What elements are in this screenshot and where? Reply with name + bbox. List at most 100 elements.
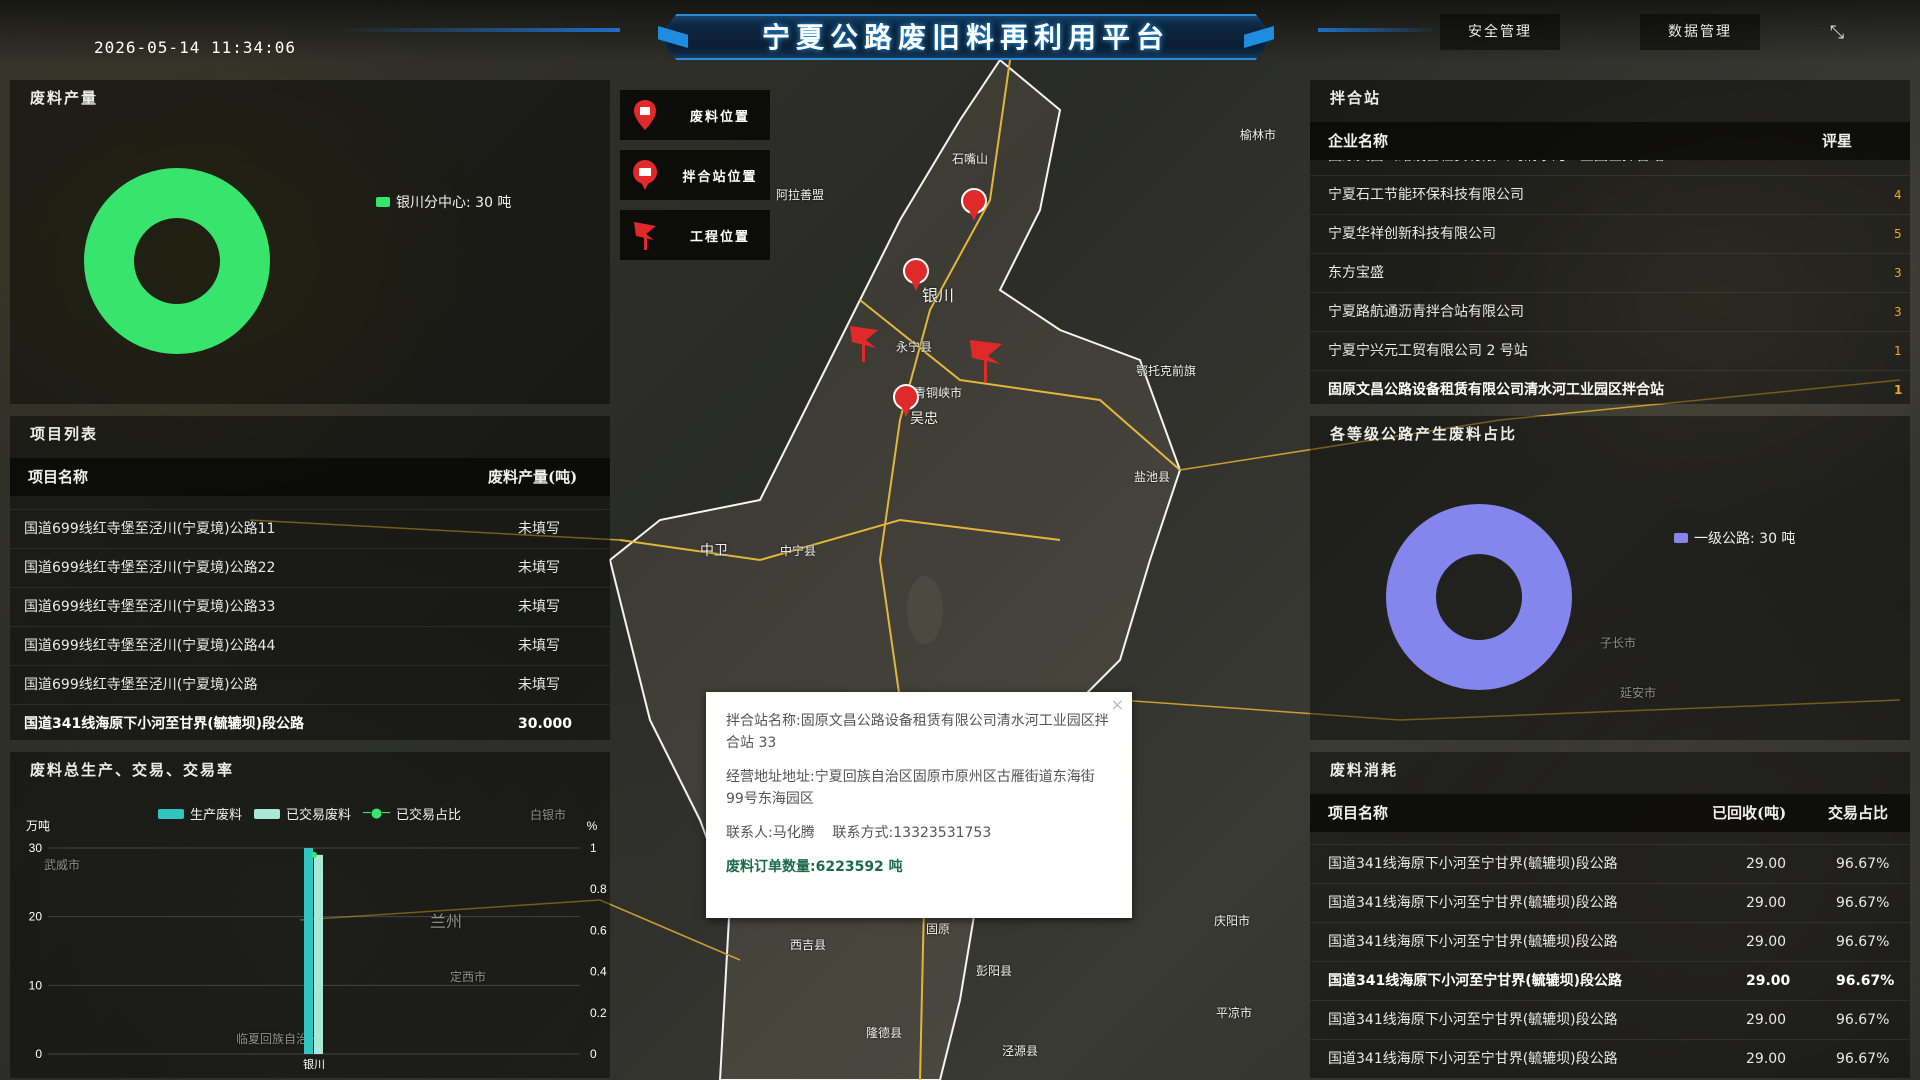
table-row[interactable]: 省道103线永宁至青铜峡快速通道叶庄村至李俊段公路 未填写 xyxy=(10,496,610,510)
panel-title: 废料消耗 xyxy=(1330,761,1399,779)
rating-number: 3 xyxy=(1894,266,1902,280)
company-name: 东方宝盛 xyxy=(1328,265,1384,281)
company-name: 固原文昌公路设备租赁有限公司清水河工业园区拌合站 33 xyxy=(1328,160,1738,176)
map-label: 平凉市 xyxy=(1216,1006,1253,1020)
table-row[interactable]: 宁夏华祥创新科技有限公司★★★★★5 xyxy=(1310,215,1910,254)
project-rows: 省道103线永宁至青铜峡快速通道叶庄村至李俊段公路未填写国道699线红寺堡至泾川… xyxy=(10,496,610,740)
map-label: 庆阳市 xyxy=(1214,914,1251,928)
column-header: 项目名称 xyxy=(28,468,89,486)
map-label: 中卫 xyxy=(700,543,728,559)
nav-safety-management[interactable]: 安全管理 xyxy=(1440,14,1560,50)
map-label: 石嘴山 xyxy=(952,152,989,166)
y-tick-label: 10 xyxy=(29,978,43,992)
project-name: 国道699线红寺堡至泾川(宁夏境)公路44 xyxy=(24,638,276,654)
y2-tick-label: 0 xyxy=(590,1047,597,1061)
bar-traded[interactable] xyxy=(314,854,323,1054)
y2-axis-label: % xyxy=(587,819,598,833)
project-flag-marker[interactable] xyxy=(848,322,880,362)
table-row[interactable]: 国道341线海原下小河至甘界(毓辘坝)段公路 30.000 xyxy=(10,705,610,740)
table-row[interactable]: 宁夏宁兴元工贸有限公司 2 号站★★★★★1 xyxy=(1310,332,1910,371)
waste-consumption-panel: 废料消耗 项目名称 已回收(吨) 交易占比 国道341线海原下小河至宁甘界(毓辘… xyxy=(1310,752,1910,1078)
table-header: 企业名称 评星 xyxy=(1310,122,1910,160)
table-row[interactable]: 国道341线海原下小河至宁甘界(毓辘坝)段公路 29.00 96.67% xyxy=(1310,832,1910,845)
project-name: 国道341线海原下小河至宁甘界(毓辘坝)段公路 xyxy=(1328,1051,1618,1067)
table-row[interactable]: 固原文昌公路设备租赁有限公司清水河工业园区拌合站★★★★★1 xyxy=(1310,371,1910,404)
road-level-donut[interactable] xyxy=(1386,504,1572,690)
project-table-body[interactable]: 省道103线永宁至青铜峡快速通道叶庄村至李俊段公路未填写国道699线红寺堡至泾川… xyxy=(10,496,610,740)
table-row[interactable]: 国道341线海原下小河至宁甘界(毓辘坝)段公路 29.00 96.67% xyxy=(1310,962,1910,1001)
table-row[interactable]: 宁夏石工节能环保科技有限公司★★★★★4 xyxy=(1310,176,1910,215)
consumption-table-body[interactable]: 国道341线海原下小河至宁甘界(毓辘坝)段公路 29.00 96.67% 国道341线… xyxy=(1310,832,1910,1078)
map-label: 榆林市 xyxy=(1240,128,1277,142)
recovered-amount: 29.00 xyxy=(1746,1012,1787,1028)
waste-amount: 未填写 xyxy=(518,521,560,537)
waste-amount: 未填写 xyxy=(518,496,560,510)
table-row[interactable]: 宁夏路航通沥青拌合站有限公司★★★★★3 xyxy=(1310,293,1910,332)
road-level-legend[interactable]: 一级公路: 30 吨 xyxy=(1674,528,1795,548)
map-toggle-waste[interactable]: 废料位置 xyxy=(620,90,770,140)
exit-fullscreen-icon[interactable]: ⤡ xyxy=(1826,22,1848,44)
waste-amount: 30.000 xyxy=(518,716,573,732)
mixing-station-popup: × 拌合站名称:固原文昌公路设备租赁有限公司清水河工业园区拌合站 33 经营地址… xyxy=(706,692,1132,918)
y-axis-label: 万吨 xyxy=(26,819,50,833)
table-row[interactable]: 固原文昌公路设备租赁有限公司清水河工业园区拌合站 33★★★★★3 xyxy=(1310,160,1910,176)
project-name: 国道341线海原下小河至宁甘界(毓辘坝)段公路 xyxy=(1328,973,1623,989)
close-icon[interactable]: × xyxy=(1111,694,1124,716)
map-toggle-project[interactable]: 工程位置 xyxy=(620,210,770,260)
table-row[interactable]: 国道699线红寺堡至泾川(宁夏境)公路 未填写 xyxy=(10,666,610,705)
popup-name-row: 拌合站名称:固原文昌公路设备租赁有限公司清水河工业园区拌合站 33 xyxy=(726,710,1112,754)
project-flag-marker[interactable] xyxy=(968,336,1004,382)
ratio-point[interactable] xyxy=(311,851,317,858)
map-label: 泾源县 xyxy=(1002,1044,1039,1058)
trade-chart-panel: 废料总生产、交易、交易率 生产废料 已交易废料 ─●─ 已交易占比 0 10 20 3… xyxy=(10,752,610,1078)
project-name: 国道699线红寺堡至泾川(宁夏境)公路22 xyxy=(24,560,276,576)
table-header: 项目名称 废料产量(吨) xyxy=(10,458,610,496)
company-name: 宁夏华祥创新科技有限公司 xyxy=(1328,226,1496,242)
mixing-station-marker[interactable] xyxy=(902,258,930,292)
table-row[interactable]: 国道699线红寺堡至泾川(宁夏境)公路44 未填写 xyxy=(10,627,610,666)
x-tick-label: 银川 xyxy=(303,1057,325,1071)
table-row[interactable]: 国道341线海原下小河至宁甘界(毓辘坝)段公路 29.00 96.67% xyxy=(1310,1001,1910,1040)
project-flag-icon xyxy=(620,210,670,260)
y2-tick-label: 0.6 xyxy=(590,923,607,937)
map-toggle-label: 工程位置 xyxy=(689,229,750,245)
mixing-table-body[interactable]: 固原文昌公路设备租赁有限公司清水河工业园区拌合站 33★★★★★3宁夏石工节能环… xyxy=(1310,160,1910,404)
waste-output-donut[interactable] xyxy=(84,168,270,354)
waste-output-legend[interactable]: 银川分中心: 30 吨 xyxy=(376,192,511,212)
waste-amount: 未填写 xyxy=(518,599,560,615)
map-toggle-label: 拌合站位置 xyxy=(682,169,758,185)
trade-ratio: 96.67% xyxy=(1836,1051,1890,1067)
map-toggle-mixing-station[interactable]: 拌合站位置 xyxy=(620,150,770,200)
trade-bar-chart[interactable]: 0 10 20 30 0 0.2 0.4 0.6 0.8 1 万吨 % 银川 xyxy=(10,752,610,1078)
map-label: 青铜峡市 xyxy=(914,386,963,400)
consumption-rows: 国道341线海原下小河至宁甘界(毓辘坝)段公路 29.00 96.67% 国道341线… xyxy=(1310,832,1910,1078)
table-row[interactable]: 国道341线海原下小河至宁甘界(毓辘坝)段公路 29.00 96.67% xyxy=(1310,923,1910,962)
popup-orders: 6223592 吨 xyxy=(815,859,903,875)
table-row[interactable]: 国道341线海原下小河至宁甘界(毓辘坝)段公路 29.00 96.67% xyxy=(1310,845,1910,884)
y2-tick-label: 0.4 xyxy=(590,965,607,979)
recovered-amount: 29.00 xyxy=(1746,895,1787,911)
mixing-station-marker[interactable] xyxy=(960,188,988,222)
table-row[interactable]: 国道699线红寺堡至泾川(宁夏境)公路22 未填写 xyxy=(10,549,610,588)
column-header: 废料产量(吨) xyxy=(488,468,578,486)
map-label: 隆德县 xyxy=(866,1026,903,1040)
company-name: 宁夏石工节能环保科技有限公司 xyxy=(1328,187,1524,203)
rating-number: 4 xyxy=(1894,188,1902,202)
popup-address-row: 经营地址地址:宁夏回族自治区固原市原州区古雁街道东海街99号东海园区 xyxy=(726,766,1112,810)
table-row[interactable]: 国道699线红寺堡至泾川(宁夏境)公路33 未填写 xyxy=(10,588,610,627)
table-row[interactable]: 国道341线海原下小河至宁甘界(毓辘坝)段公路 29.00 96.67% xyxy=(1310,884,1910,923)
recovered-amount: 29.00 xyxy=(1746,973,1791,989)
table-row[interactable]: 国道699线红寺堡至泾川(宁夏境)公路11 未填写 xyxy=(10,510,610,549)
nav-data-management[interactable]: 数据管理 xyxy=(1640,14,1760,50)
table-row[interactable]: 东方宝盛★★★★★3 xyxy=(1310,254,1910,293)
project-name: 国道341线海原下小河至宁甘界(毓辘坝)段公路 xyxy=(1328,934,1618,950)
mixing-station-marker[interactable] xyxy=(892,384,920,418)
recovered-amount: 29.00 xyxy=(1746,1051,1787,1067)
table-row[interactable]: 国道341线海原下小河至宁甘界(毓辘坝)段公路 29.00 96.67% xyxy=(1310,1040,1910,1078)
page-title: 宁夏公路废旧料再利用平台 xyxy=(761,21,1170,54)
datetime: 2026-05-14 11:34:06 xyxy=(94,38,297,57)
header-accent-line xyxy=(1318,28,1440,32)
y2-tick-label: 0.2 xyxy=(590,1006,607,1020)
legend-swatch xyxy=(1674,533,1688,543)
bar-produced[interactable] xyxy=(304,848,313,1054)
